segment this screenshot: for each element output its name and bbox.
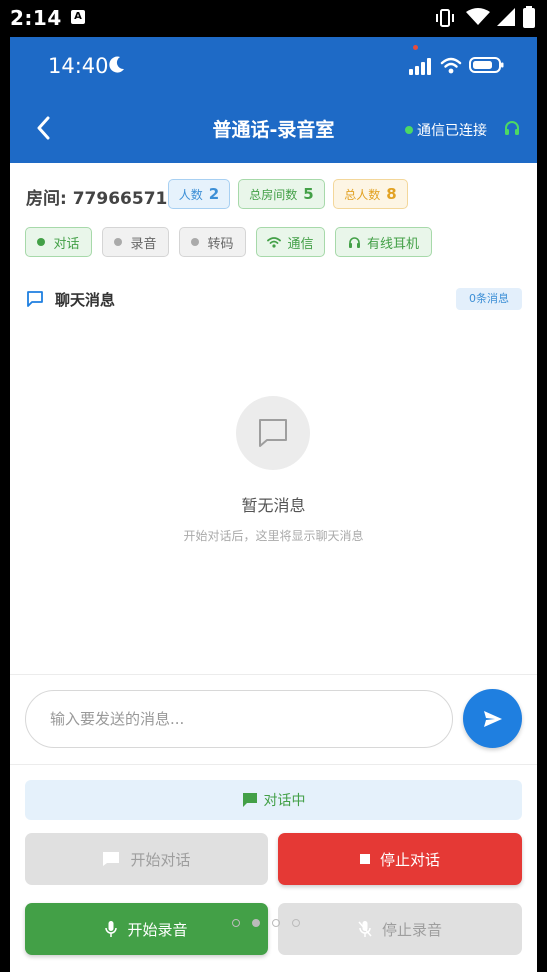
status-dot-icon bbox=[37, 238, 46, 246]
chip-headset-label: 有线耳机 bbox=[366, 236, 419, 252]
chip-transcode: 转码 bbox=[179, 227, 246, 257]
people-count-label: 人数 bbox=[178, 187, 203, 202]
wifi-icon bbox=[267, 237, 282, 248]
start-talk-button[interactable]: 开始对话 bbox=[25, 833, 268, 885]
vibrate-icon bbox=[436, 9, 454, 27]
start-talk-label: 开始对话 bbox=[130, 850, 191, 869]
page-dot bbox=[272, 919, 280, 927]
page-dot-active bbox=[252, 919, 260, 927]
page-dot bbox=[232, 919, 240, 927]
divider bbox=[10, 764, 537, 765]
app-screen: 14:40 普通话-录音室 通信已连接 房间: 77966571 人数 2 总房… bbox=[10, 37, 537, 972]
people-count-value: 2 bbox=[208, 185, 220, 203]
people-count-badge: 人数 2 bbox=[168, 179, 230, 209]
total-rooms-label: 总房间数 bbox=[249, 187, 298, 202]
total-rooms-badge: 总房间数 5 bbox=[238, 179, 325, 209]
wifi-icon bbox=[466, 8, 490, 25]
talk-status-label: 对话中 bbox=[263, 793, 306, 809]
connection-status: 通信已连接 bbox=[405, 120, 487, 140]
connection-dot-icon bbox=[405, 126, 413, 134]
microphone-off-icon bbox=[358, 921, 372, 937]
stop-square-icon bbox=[359, 854, 370, 864]
chat-filled-icon bbox=[103, 852, 120, 866]
status-dot-icon bbox=[191, 238, 200, 246]
message-input[interactable] bbox=[25, 690, 453, 748]
stop-talk-label: 停止对话 bbox=[379, 850, 440, 869]
chip-record-label: 录音 bbox=[130, 236, 157, 252]
start-record-button[interactable]: 开始录音 bbox=[25, 903, 268, 955]
empty-state-title: 暂无消息 bbox=[241, 496, 306, 515]
total-rooms-value: 5 bbox=[303, 185, 314, 203]
connection-status-label: 通信已连接 bbox=[417, 123, 487, 139]
app-header: 14:40 普通话-录音室 通信已连接 bbox=[10, 37, 537, 163]
chip-transcode-label: 转码 bbox=[207, 236, 234, 252]
talk-status-banner: 对话中 bbox=[25, 780, 522, 820]
system-time: 2:14 bbox=[10, 6, 62, 30]
chip-headset: 有线耳机 bbox=[335, 227, 432, 257]
chip-record: 录音 bbox=[102, 227, 169, 257]
do-not-disturb-moon-icon bbox=[109, 56, 124, 73]
room-number: 房间: 77966571 bbox=[26, 189, 168, 209]
start-record-label: 开始录音 bbox=[127, 920, 188, 939]
status-dot-icon bbox=[114, 238, 123, 246]
divider bbox=[10, 674, 537, 675]
message-count-badge: 0条消息 bbox=[456, 288, 522, 310]
total-people-label: 总人数 bbox=[344, 187, 381, 202]
recording-indicator-dot bbox=[413, 45, 418, 50]
chat-bubble-icon bbox=[259, 419, 287, 447]
chip-comm: 通信 bbox=[256, 227, 325, 257]
signal-bars-icon bbox=[409, 58, 431, 75]
chip-talk-label: 对话 bbox=[53, 236, 80, 252]
send-button[interactable] bbox=[463, 689, 522, 748]
total-people-value: 8 bbox=[386, 185, 397, 203]
page-dot bbox=[292, 919, 300, 927]
system-status-bar: 2:14 A bbox=[0, 0, 547, 37]
empty-state-icon-wrap bbox=[236, 396, 310, 470]
chat-bubble-icon bbox=[27, 291, 43, 307]
send-icon bbox=[483, 710, 502, 727]
wifi-icon bbox=[440, 57, 462, 74]
chip-talk: 对话 bbox=[25, 227, 92, 257]
stop-record-label: 停止录音 bbox=[381, 920, 442, 939]
cell-signal-icon bbox=[497, 8, 515, 26]
empty-state-subtitle: 开始对话后，这里将显示聊天消息 bbox=[183, 529, 364, 543]
device-time: 14:40 bbox=[48, 54, 109, 78]
battery-icon bbox=[523, 6, 535, 28]
chat-filled-icon bbox=[242, 793, 257, 807]
headset-icon bbox=[505, 121, 519, 135]
chip-comm-label: 通信 bbox=[287, 236, 314, 252]
page-indicator bbox=[232, 919, 300, 927]
battery-icon bbox=[469, 57, 504, 73]
notification-icon: A bbox=[71, 10, 85, 24]
total-people-badge: 总人数 8 bbox=[333, 179, 408, 209]
headset-icon bbox=[348, 236, 360, 248]
stop-talk-button[interactable]: 停止对话 bbox=[278, 833, 522, 885]
stop-record-button[interactable]: 停止录音 bbox=[278, 903, 522, 955]
microphone-icon bbox=[105, 921, 118, 937]
chat-section-title: 聊天消息 bbox=[55, 291, 116, 309]
